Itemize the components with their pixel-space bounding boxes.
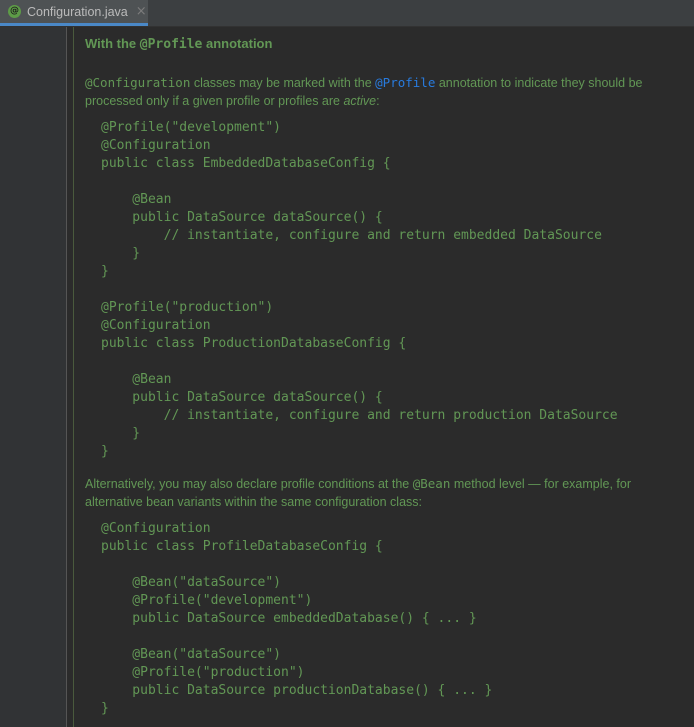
- close-icon[interactable]: ×: [136, 4, 147, 19]
- inline-code: @Bean: [412, 476, 451, 491]
- rendered-doc-border: [73, 27, 74, 727]
- doc-heading: With the @Profile annotation: [85, 36, 273, 52]
- tab-configuration-java[interactable]: @ Configuration.java ×: [0, 0, 148, 26]
- tab-label: Configuration.java: [27, 4, 128, 19]
- inline-code: @Configuration: [85, 75, 191, 90]
- code-block: @Configuration public class ProfileDatab…: [101, 521, 493, 716]
- editor-gutter: [0, 27, 66, 727]
- profile-link[interactable]: @Profile: [375, 75, 435, 90]
- spring-config-icon: @: [8, 5, 21, 18]
- doc-paragraph: @Configuration classes may be marked wit…: [85, 75, 643, 108]
- gutter-divider: [66, 27, 67, 727]
- rendered-javadoc: With the @Profile annotation @Configurat…: [85, 27, 685, 727]
- emphasis-text: active: [343, 94, 377, 108]
- heading-code: @Profile: [139, 37, 203, 52]
- code-block: @Profile("development") @Configuration p…: [101, 120, 618, 459]
- editor-tab-bar: @ Configuration.java ×: [0, 0, 694, 27]
- doc-paragraph: Alternatively, you may also declare prof…: [85, 476, 631, 509]
